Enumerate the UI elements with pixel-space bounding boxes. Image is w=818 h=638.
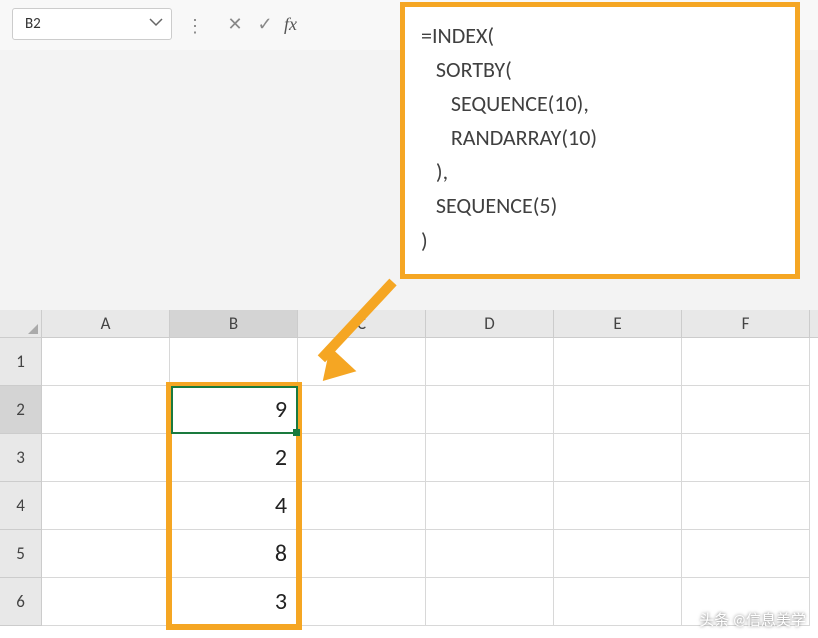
row-header-4[interactable]: 4 — [0, 482, 42, 530]
cell-a2[interactable] — [42, 386, 170, 434]
cell-a3[interactable] — [42, 434, 170, 482]
row-header-1[interactable]: 1 — [0, 338, 42, 386]
confirm-icon[interactable]: ✓ — [254, 13, 276, 35]
formula-callout: =INDEX( SORTBY( SEQUENCE(10), RANDARRAY(… — [400, 2, 800, 279]
row-headers: 1 2 3 4 5 6 — [0, 338, 42, 626]
cell-e1[interactable] — [554, 338, 682, 386]
divider-icon: ⋮ — [182, 8, 208, 44]
cell-a6[interactable] — [42, 578, 170, 626]
cell-d6[interactable] — [426, 578, 554, 626]
row-header-5[interactable]: 5 — [0, 530, 42, 578]
cancel-icon[interactable]: ✕ — [224, 13, 246, 35]
select-all-corner[interactable] — [0, 310, 42, 337]
cell-b3[interactable]: 2 — [170, 434, 298, 482]
cell-c3[interactable] — [298, 434, 426, 482]
col-header-a[interactable]: A — [42, 310, 170, 337]
formula-text: =INDEX( SORTBY( SEQUENCE(10), RANDARRAY(… — [421, 19, 779, 258]
formula-controls: ✕ ✓ fx — [218, 8, 303, 40]
cell-c6[interactable] — [298, 578, 426, 626]
cell-b5[interactable]: 8 — [170, 530, 298, 578]
row-header-6[interactable]: 6 — [0, 578, 42, 626]
cell-f2[interactable] — [682, 386, 810, 434]
cell-e3[interactable] — [554, 434, 682, 482]
col-header-f[interactable]: F — [682, 310, 810, 337]
cell-f1[interactable] — [682, 338, 810, 386]
cell-f3[interactable] — [682, 434, 810, 482]
cell-c4[interactable] — [298, 482, 426, 530]
cell-a5[interactable] — [42, 530, 170, 578]
cell-b2[interactable]: 9 — [170, 386, 298, 434]
cell-a1[interactable] — [42, 338, 170, 386]
cell-b4[interactable]: 4 — [170, 482, 298, 530]
row-header-2[interactable]: 2 — [0, 386, 42, 434]
cell-e6[interactable] — [554, 578, 682, 626]
cell-a4[interactable] — [42, 482, 170, 530]
column-headers: A B C D E F — [0, 310, 818, 338]
spreadsheet-grid[interactable]: A B C D E F 1 2 3 4 5 6 9 — [0, 310, 818, 638]
cell-c5[interactable] — [298, 530, 426, 578]
cell-c2[interactable] — [298, 386, 426, 434]
cells-area[interactable]: 9 2 4 — [42, 338, 818, 626]
watermark: 头条 @信息美学 — [699, 609, 806, 630]
cell-f5[interactable] — [682, 530, 810, 578]
cell-d3[interactable] — [426, 434, 554, 482]
name-box-value: B2 — [25, 15, 41, 33]
fx-icon[interactable]: fx — [284, 14, 297, 35]
cell-d5[interactable] — [426, 530, 554, 578]
row-header-3[interactable]: 3 — [0, 434, 42, 482]
cell-b6[interactable]: 3 — [170, 578, 298, 626]
col-header-e[interactable]: E — [554, 310, 682, 337]
cell-b1[interactable] — [170, 338, 298, 386]
cell-d4[interactable] — [426, 482, 554, 530]
cell-d1[interactable] — [426, 338, 554, 386]
cell-d2[interactable] — [426, 386, 554, 434]
col-header-d[interactable]: D — [426, 310, 554, 337]
cell-f4[interactable] — [682, 482, 810, 530]
cell-e5[interactable] — [554, 530, 682, 578]
cell-e2[interactable] — [554, 386, 682, 434]
col-header-b[interactable]: B — [170, 310, 298, 337]
cell-e4[interactable] — [554, 482, 682, 530]
name-box[interactable]: B2 — [12, 8, 172, 40]
chevron-down-icon[interactable] — [149, 17, 163, 31]
